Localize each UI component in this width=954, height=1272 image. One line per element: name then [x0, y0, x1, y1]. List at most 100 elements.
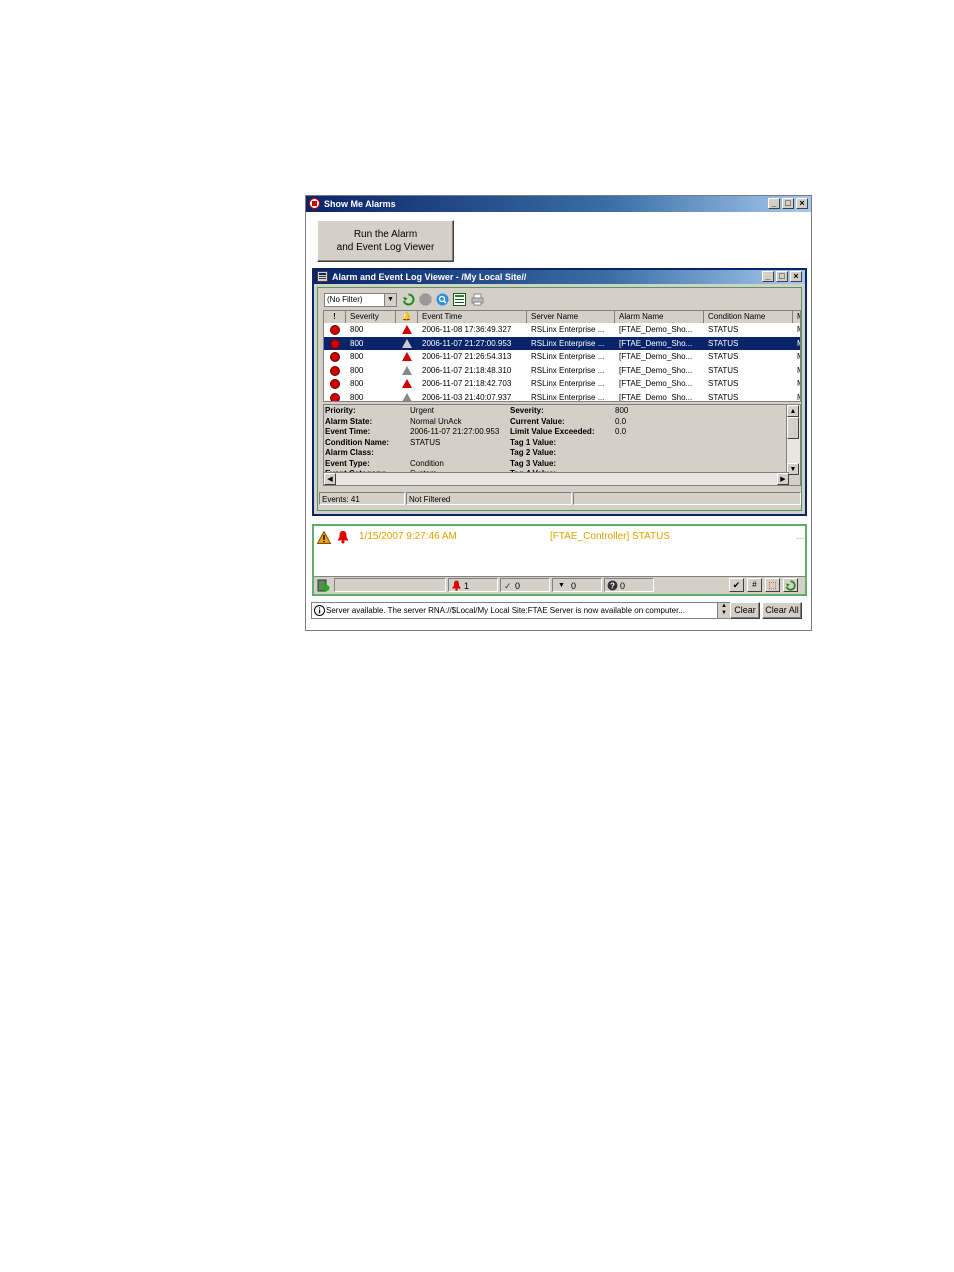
- cell-more: M: [797, 364, 800, 377]
- detail-value: Urgent: [410, 406, 435, 415]
- unknown-count: 0: [620, 581, 626, 591]
- detail-label: Condition Name:: [325, 437, 389, 447]
- filter-select[interactable]: (No Filter) ▼: [324, 293, 397, 307]
- trend-button[interactable]: ⬚: [765, 578, 780, 592]
- outer-titlebar[interactable]: Show Me Alarms _ □ ×: [306, 196, 811, 212]
- server-line-spinner[interactable]: ▲ ▼: [717, 603, 730, 618]
- clear-all-button[interactable]: Clear All: [762, 602, 802, 619]
- detail-label: Tag 1 Value:: [510, 437, 557, 447]
- detail-label: Alarm Class:: [325, 448, 374, 457]
- cell-condition-name: STATUS: [708, 325, 739, 334]
- detail-label: Tag 3 Value:: [510, 458, 557, 468]
- detail-label: Event Type:: [325, 458, 370, 468]
- print-icon[interactable]: [471, 293, 484, 306]
- column-event-time[interactable]: Event Time: [418, 311, 527, 323]
- cell-alarm-name: [FTAE_Demo_Sho...: [619, 393, 693, 402]
- cell-server-name: RSLinx Enterprise ...: [531, 338, 605, 348]
- acked-count-panel: ✓ 0: [500, 578, 550, 592]
- details-icon[interactable]: [453, 293, 466, 306]
- scroll-right-icon[interactable]: ▶: [777, 473, 789, 485]
- table-row[interactable]: 800 2006-11-07 21:18:48.310 RSLinx Enterpr…: [324, 364, 800, 377]
- cell-event-time: 2006-11-07 21:18:42.703: [422, 379, 512, 389]
- priority-urgent-icon: [330, 393, 340, 401]
- log-viewer-title: Alarm and Event Log Viewer - /My Local S…: [332, 272, 527, 282]
- detail-value: STATUS: [410, 437, 441, 447]
- alarm-active-icon: [402, 379, 412, 389]
- spin-down-icon[interactable]: ▼: [718, 610, 730, 617]
- cell-severity: 800: [350, 379, 364, 389]
- refresh-icon[interactable]: [402, 293, 415, 306]
- detail-value: 0.0: [615, 427, 627, 436]
- detail-value: 800: [615, 406, 629, 415]
- table-row[interactable]: 800 2006-11-07 21:26:54.313 RSLinx Enterpr…: [324, 350, 800, 363]
- cell-alarm-name: [FTAE_Demo_Sho...: [619, 365, 693, 375]
- detail-label: Limit Value Exceeded:: [510, 427, 595, 436]
- column-bell[interactable]: 🔔: [396, 311, 418, 323]
- cell-event-time: 2006-11-07 21:27:00.953: [422, 338, 512, 348]
- column-more[interactable]: M: [793, 311, 800, 323]
- column-priority[interactable]: !: [324, 311, 346, 323]
- table-header: ! Severity 🔔 Event Time Server Name Alar…: [324, 311, 800, 323]
- outer-window-title: Show Me Alarms: [324, 199, 396, 209]
- scroll-up-icon[interactable]: ▲: [787, 405, 799, 417]
- clear-button[interactable]: Clear: [730, 602, 760, 619]
- log-viewer-body: (No Filter) ▼ ! Severity 🔔 Event Time Se…: [317, 287, 802, 511]
- cell-server-name: RSLinx Enterprise ...: [531, 379, 605, 389]
- status-empty-panel: [573, 492, 801, 505]
- log-viewer-maximize-button[interactable]: □: [776, 271, 788, 282]
- column-alarm-name[interactable]: Alarm Name: [615, 311, 704, 323]
- cell-alarm-name: [FTAE_Demo_Sho...: [619, 379, 693, 389]
- cell-alarm-name: [FTAE_Demo_Sho...: [619, 338, 693, 348]
- tag-button[interactable]: #: [747, 578, 762, 592]
- acknowledge-button[interactable]: ✔: [729, 578, 744, 592]
- spin-up-icon[interactable]: ▲: [718, 603, 730, 610]
- alarm-banner: 1/15/2007 9:27:46 AM [FTAE_Controller] S…: [312, 524, 807, 596]
- maximize-button[interactable]: □: [782, 198, 794, 209]
- detail-label: Current Value:: [510, 416, 565, 426]
- banner-refresh-icon: [785, 580, 796, 591]
- minimize-button[interactable]: _: [768, 198, 780, 209]
- log-viewer-app-icon: [317, 271, 328, 282]
- app-icon: [309, 198, 320, 209]
- scroll-left-icon[interactable]: ◀: [324, 473, 336, 485]
- run-log-viewer-button[interactable]: Run the Alarm and Event Log Viewer: [317, 220, 454, 262]
- log-viewer-window: Alarm and Event Log Viewer - /My Local S…: [312, 268, 807, 516]
- server-status-message: Server available. The server RNA://$Loca…: [326, 606, 685, 615]
- close-button[interactable]: ×: [796, 198, 808, 209]
- server-status-line: Server available. The server RNA://$Loca…: [311, 602, 731, 619]
- banner-refresh-button[interactable]: [783, 578, 798, 592]
- column-severity[interactable]: Severity: [346, 311, 396, 323]
- alarm-time[interactable]: 1/15/2007 9:27:46 AM: [359, 531, 457, 542]
- column-condition-name[interactable]: Condition Name: [704, 311, 793, 323]
- details-vertical-scrollbar[interactable]: ▲ ▼: [786, 405, 800, 475]
- table-row[interactable]: 800 2006-11-07 21:18:42.703 RSLinx Enterpr…: [324, 377, 800, 390]
- log-viewer-minimize-button[interactable]: _: [762, 271, 774, 282]
- detail-value: Normal UnAck: [410, 416, 462, 426]
- table-row[interactable]: 800 2006-11-03 21:40:07.937 RSLinx Enterpr…: [324, 391, 800, 402]
- alarm-name[interactable]: [FTAE_Controller] STATUS: [550, 531, 670, 542]
- find-icon[interactable]: [436, 293, 449, 306]
- table-row[interactable]: 800 2006-11-08 17:36:49.327 RSLinx Enterpr…: [324, 323, 800, 336]
- acked-count: 0: [515, 581, 521, 591]
- shelved-count-panel: ▼ 0: [552, 578, 602, 592]
- detail-value: 2006-11-07 21:27:00.953: [410, 427, 500, 436]
- detail-value: Condition: [410, 458, 444, 468]
- log-viewer-close-button[interactable]: ×: [790, 271, 802, 282]
- banner-toolbar: 1 ✓ 0 ▼ 0 ? 0 ✔ # ⬚: [314, 576, 805, 594]
- detail-label: Event Time:: [325, 427, 371, 436]
- column-server-name[interactable]: Server Name: [527, 311, 615, 323]
- filter-value: (No Filter): [327, 295, 363, 304]
- cell-event-time: 2006-11-08 17:36:49.327: [422, 325, 512, 334]
- banner-empty-panel: [334, 578, 446, 592]
- stop-icon[interactable]: [419, 293, 432, 306]
- cell-severity: 800: [350, 393, 364, 402]
- table-row[interactable]: 800 2006-11-07 21:27:00.953 RSLinx Enterpr…: [324, 336, 800, 350]
- log-viewer-titlebar[interactable]: Alarm and Event Log Viewer - /My Local S…: [314, 270, 805, 284]
- detail-label: Tag 2 Value:: [510, 448, 557, 457]
- info-icon: [314, 605, 325, 616]
- scroll-thumb[interactable]: [787, 417, 799, 439]
- cell-alarm-name: [FTAE_Demo_Sho...: [619, 352, 693, 362]
- details-horizontal-scrollbar[interactable]: ◀ ▶: [324, 472, 789, 485]
- chevron-down-icon[interactable]: ▼: [384, 294, 396, 306]
- acknowledge-icon: ✓: [504, 581, 512, 591]
